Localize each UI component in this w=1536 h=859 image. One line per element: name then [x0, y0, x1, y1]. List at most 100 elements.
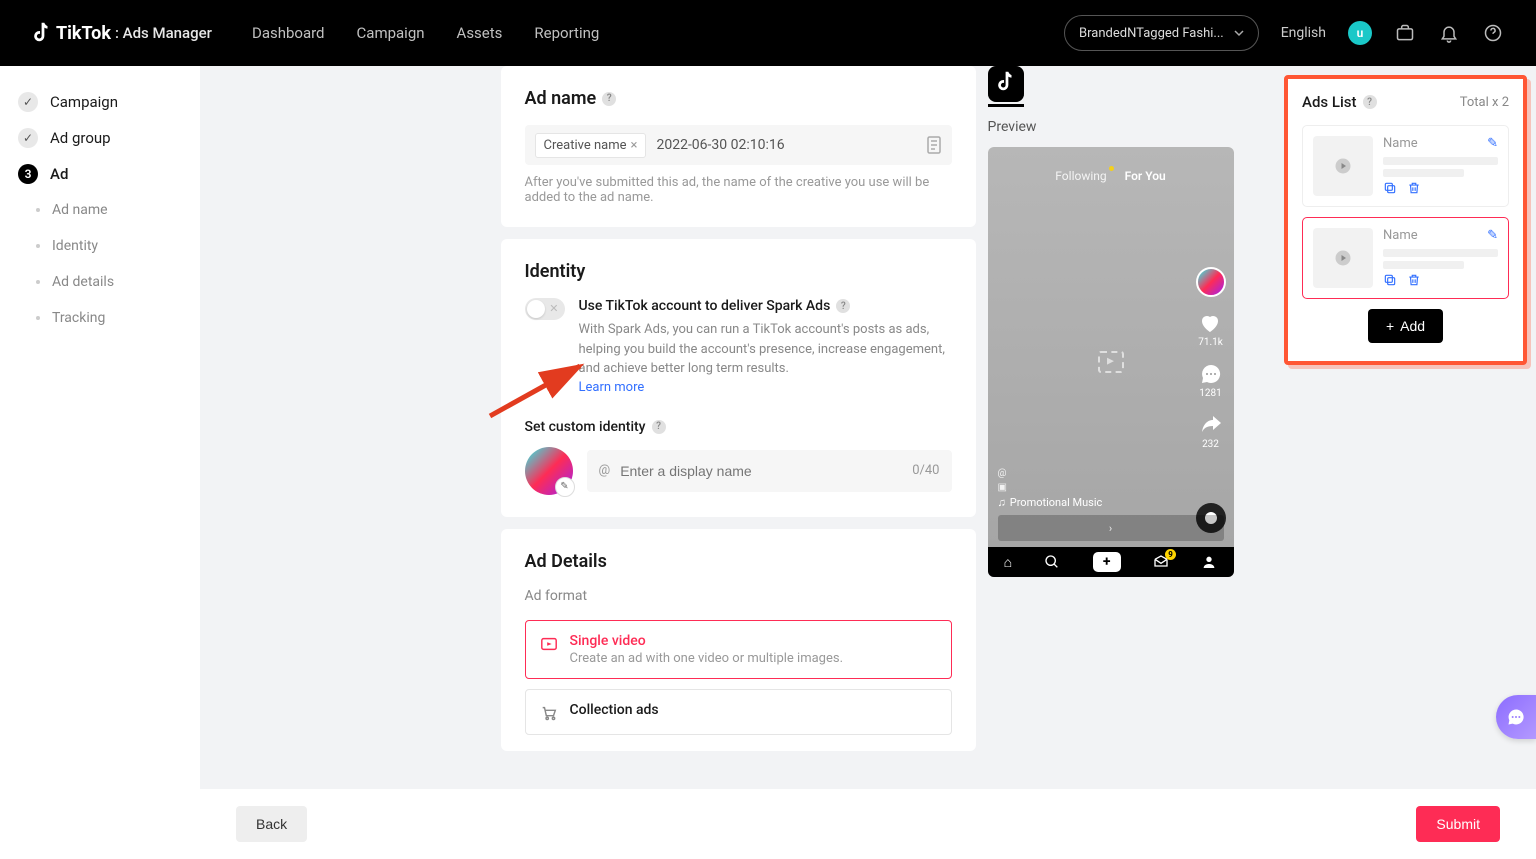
ad-thumbnail	[1313, 136, 1373, 196]
template-icon[interactable]	[926, 136, 942, 154]
main-content: Ad name ? Creative name × 2022-06-30 02:…	[200, 66, 1536, 859]
preview-label: Preview	[988, 119, 1037, 135]
comment-icon	[1199, 362, 1223, 386]
submit-button[interactable]: Submit	[1416, 806, 1500, 842]
help-icon[interactable]: ?	[1363, 95, 1377, 109]
ad-details-card: Ad Details Ad format Single video Create…	[501, 529, 976, 751]
preview-foryou: For You	[1125, 169, 1166, 183]
ads-list-item[interactable]: Name ✎	[1302, 125, 1509, 207]
at-tag-icon: @	[998, 468, 1224, 479]
top-right: BrandedNTagged Fashi... English u	[1064, 15, 1504, 51]
display-name-input[interactable]	[618, 462, 904, 480]
at-icon: @	[599, 463, 611, 478]
identity-title: Identity	[525, 261, 952, 282]
format-title: Collection ads	[570, 702, 659, 718]
video-placeholder-icon	[1098, 351, 1124, 373]
substep-adname[interactable]: Ad name	[30, 192, 200, 228]
check-icon: ✓	[18, 128, 38, 148]
bell-icon[interactable]	[1438, 22, 1460, 44]
edit-icon[interactable]: ✎	[1487, 228, 1498, 243]
help-icon[interactable]: ?	[836, 299, 850, 313]
ads-list-title: Ads List	[1302, 93, 1357, 111]
ad-name-card: Ad name ? Creative name × 2022-06-30 02:…	[501, 66, 976, 227]
help-icon[interactable]: ?	[652, 420, 666, 434]
ad-name-value[interactable]: 2022-06-30 02:10:16	[656, 137, 915, 153]
user-avatar[interactable]: u	[1348, 21, 1372, 45]
tiktok-logo-icon	[32, 22, 52, 44]
substep-tracking[interactable]: Tracking	[30, 300, 200, 336]
briefcase-icon[interactable]	[1394, 22, 1416, 44]
char-counter: 0/40	[912, 463, 939, 478]
delete-icon[interactable]	[1407, 273, 1421, 287]
tiktok-app-icon[interactable]	[988, 66, 1024, 102]
identity-avatar[interactable]	[525, 447, 573, 495]
preview-column: Preview Following For You 71.1k	[988, 66, 1234, 577]
spark-ads-desc: With Spark Ads, you can run a TikTok acc…	[579, 320, 952, 379]
account-name: BrandedNTagged Fashi...	[1079, 26, 1224, 41]
nav-assets[interactable]: Assets	[457, 24, 503, 42]
step-adgroup[interactable]: ✓ Ad group	[0, 120, 200, 156]
ad-format-label: Ad format	[525, 588, 952, 604]
profile-icon	[1201, 554, 1217, 570]
nav-campaign[interactable]: Campaign	[357, 24, 425, 42]
learn-more-link[interactable]: Learn more	[579, 380, 645, 395]
delete-icon[interactable]	[1407, 181, 1421, 195]
top-nav: Dashboard Campaign Assets Reporting	[252, 24, 599, 42]
preview-avatar	[1196, 267, 1226, 297]
spark-ads-toggle[interactable]: ✕	[525, 298, 565, 320]
substep-identity[interactable]: Identity	[30, 228, 200, 264]
inbox-icon	[1153, 554, 1169, 570]
brand-sub: : Ads Manager	[115, 24, 212, 42]
footer-bar: Back Submit	[200, 789, 1536, 859]
left-sidebar: ✓ Campaign ✓ Ad group 3 Ad Ad name Ident…	[0, 66, 200, 859]
heart-icon	[1198, 311, 1222, 335]
help-icon[interactable]	[1482, 22, 1504, 44]
video-icon	[540, 635, 558, 653]
brand-name: TikTok	[56, 23, 111, 44]
ads-list-panel: Ads List ? Total x 2 Name ✎	[1284, 75, 1527, 365]
substep-addetails[interactable]: Ad details	[30, 264, 200, 300]
back-button[interactable]: Back	[236, 806, 307, 842]
edit-icon[interactable]: ✎	[1487, 136, 1498, 151]
chevron-down-icon	[1234, 28, 1244, 38]
chat-icon	[1506, 707, 1526, 727]
spark-ads-label: Use TikTok account to deliver Spark Ads	[579, 298, 831, 314]
creative-name-chip: Creative name ×	[535, 133, 647, 158]
search-icon	[1044, 554, 1060, 570]
display-name-input-wrap: @ 0/40	[587, 450, 952, 492]
music-note-icon: ♫	[998, 496, 1006, 509]
format-single-video[interactable]: Single video Create an ad with one video…	[525, 620, 952, 679]
plus-icon: +	[1386, 318, 1394, 334]
step-campaign[interactable]: ✓ Campaign	[0, 84, 200, 120]
language-selector[interactable]: English	[1281, 25, 1326, 41]
format-desc: Create an ad with one video or multiple …	[570, 651, 844, 666]
chat-fab[interactable]	[1496, 695, 1536, 739]
ads-list-item[interactable]: Name ✎	[1302, 217, 1509, 299]
preview-following: Following	[1055, 169, 1106, 183]
create-icon: +	[1093, 552, 1121, 572]
cta-bar: ›	[998, 515, 1224, 541]
remove-chip-icon[interactable]: ×	[631, 138, 638, 153]
image-tag-icon: ▣	[998, 482, 1224, 493]
nav-reporting[interactable]: Reporting	[534, 24, 599, 42]
nav-dashboard[interactable]: Dashboard	[252, 24, 325, 42]
help-icon[interactable]: ?	[602, 92, 616, 106]
account-selector[interactable]: BrandedNTagged Fashi...	[1064, 15, 1259, 51]
top-bar: TikTok : Ads Manager Dashboard Campaign …	[0, 0, 1536, 66]
ad-details-title: Ad Details	[525, 551, 952, 572]
step-ad[interactable]: 3 Ad	[0, 156, 200, 192]
step-number: 3	[18, 164, 38, 184]
share-icon	[1199, 413, 1223, 437]
ad-name-note: After you've submitted this ad, the name…	[525, 175, 952, 205]
format-collection-ads[interactable]: Collection ads	[525, 689, 952, 735]
copy-icon[interactable]	[1383, 181, 1397, 195]
check-icon: ✓	[18, 92, 38, 112]
copy-icon[interactable]	[1383, 273, 1397, 287]
add-ad-button[interactable]: + Add	[1368, 309, 1443, 343]
home-icon: ⌂	[1004, 554, 1012, 571]
logo: TikTok : Ads Manager	[32, 22, 212, 44]
phone-preview: Following For You 71.1k 1281	[988, 147, 1234, 577]
phone-bottom-nav: ⌂ +	[988, 547, 1234, 577]
ad-name-input-row: Creative name × 2022-06-30 02:10:16	[525, 125, 952, 165]
custom-identity-title: Set custom identity	[525, 419, 646, 435]
